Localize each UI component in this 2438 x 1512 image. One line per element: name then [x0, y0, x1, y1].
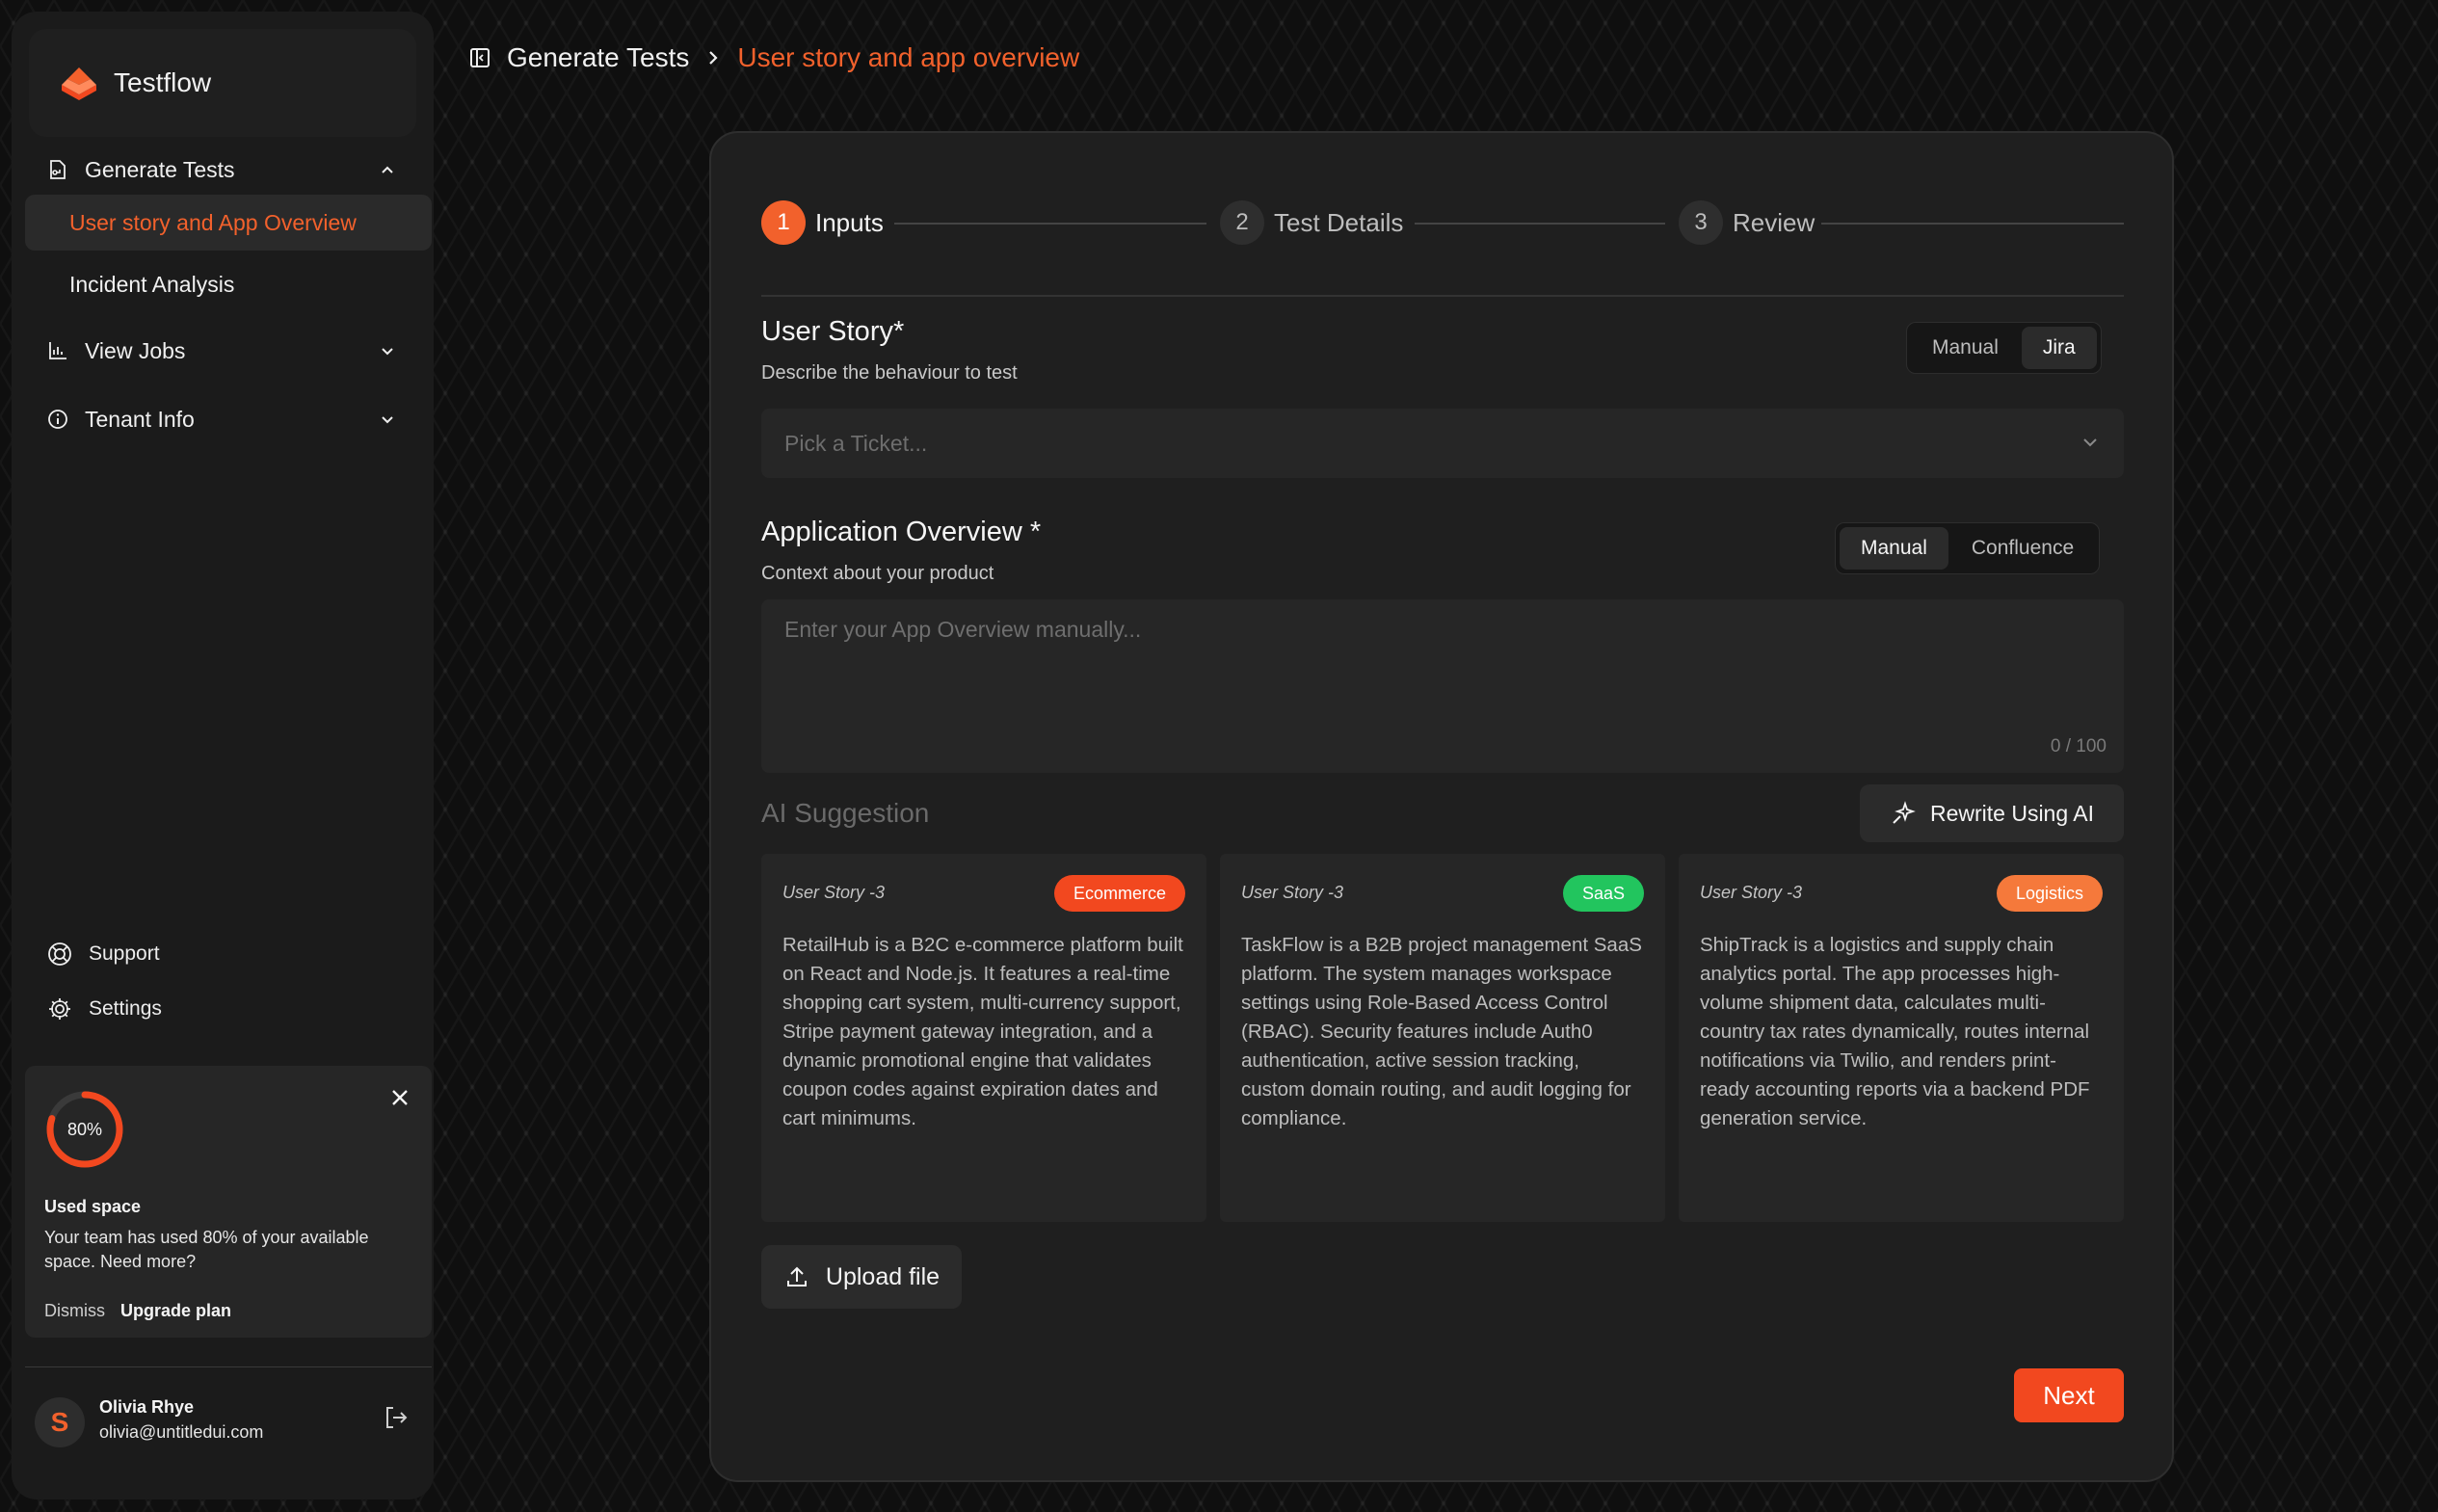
step-number: 3	[1679, 200, 1723, 245]
ticket-select[interactable]: Pick a Ticket...	[761, 409, 2124, 478]
app-name: Testflow	[114, 67, 212, 97]
life-buoy-icon	[48, 942, 71, 966]
story-card-body: RetailHub is a B2C e-commerce platform b…	[782, 934, 1183, 1129]
info-icon	[48, 410, 67, 429]
step-test-details[interactable]: 2 Test Details	[1220, 200, 1403, 245]
story-card-heading: User Story -3	[1241, 883, 1344, 902]
tag-badge: SaaS	[1562, 875, 1644, 912]
logo[interactable]: Testflow	[29, 29, 416, 137]
upload-file-button[interactable]: Upload file	[761, 1245, 962, 1309]
logout-icon[interactable]	[382, 1403, 411, 1432]
story-card-heading: User Story -3	[782, 883, 886, 902]
generate-tests-card: 1 Inputs 2 Test Details 3 Review User St…	[709, 131, 2174, 1482]
usage-title: Used space	[44, 1197, 142, 1216]
usage-percent: 80%	[66, 1119, 103, 1139]
rewrite-label: Rewrite Using AI	[1929, 800, 2094, 826]
upload-icon	[786, 1266, 807, 1287]
breadcrumb-parent[interactable]: Generate Tests	[507, 42, 689, 73]
nav-view-jobs-label: View Jobs	[85, 337, 186, 363]
step-inputs[interactable]: 1 Inputs	[761, 200, 884, 245]
nav-tenant-info[interactable]: Tenant Info	[46, 390, 412, 448]
suggestion-card-logistics[interactable]: User Story -3 Logistics ShipTrack is a l…	[1679, 854, 2124, 1222]
step-label: Test Details	[1274, 207, 1404, 237]
nav-generate-tests[interactable]: Generate Tests	[46, 141, 412, 199]
upload-label: Upload file	[825, 1262, 941, 1290]
chevron-down-icon	[2083, 438, 2097, 447]
nav-generate-tests-label: Generate Tests	[85, 156, 235, 182]
sidebar: Testflow Generate Tests User story and A…	[12, 12, 434, 1499]
user-name: Olivia Rhye	[99, 1397, 195, 1417]
nav-view-jobs[interactable]: View Jobs	[46, 322, 412, 380]
support-link[interactable]: Support	[46, 941, 160, 968]
sidebar-item-incident-analysis[interactable]: Incident Analysis	[25, 256, 432, 312]
sidebar-item-user-story[interactable]: User story and App Overview	[25, 195, 432, 251]
breadcrumb-current: User story and app overview	[737, 42, 1080, 72]
user-story-subtitle: Describe the behaviour to test	[761, 362, 1018, 384]
app-overview-title: Application Overview *	[761, 517, 1042, 547]
story-card-body: ShipTrack is a logistics and supply chai…	[1700, 934, 2090, 1129]
support-label: Support	[89, 942, 160, 965]
chevron-down-icon	[382, 348, 393, 356]
sidebar-toggle-icon[interactable]	[468, 46, 491, 69]
char-count: 0 / 100	[2050, 736, 2107, 756]
usage-card: 80% Used space Your team has used 80% of…	[25, 1066, 432, 1338]
chevron-right-icon	[709, 51, 718, 65]
app-overview-textarea[interactable]: Enter your App Overview manually... 0 / …	[761, 599, 2124, 773]
toggle-manual[interactable]: Manual	[1840, 527, 1948, 570]
next-button[interactable]: Next	[2014, 1368, 2124, 1422]
app-overview-source-toggle: Manual Confluence	[1835, 522, 2101, 574]
close-icon[interactable]	[387, 1085, 412, 1110]
toggle-jira[interactable]: Jira	[2021, 327, 2097, 369]
step-connector	[1415, 223, 1665, 225]
app-overview-placeholder: Enter your App Overview manually...	[784, 617, 1142, 642]
suggestion-card-ecommerce[interactable]: User Story -3 Ecommerce RetailHub is a B…	[761, 854, 1206, 1222]
divider	[25, 1366, 432, 1367]
gear-icon	[49, 998, 70, 1020]
app-overview-subtitle: Context about your product	[761, 563, 994, 584]
avatar[interactable]: S	[35, 1397, 85, 1447]
story-card-body: TaskFlow is a B2B project management Saa…	[1241, 934, 1642, 1129]
step-review[interactable]: 3 Review	[1679, 200, 1815, 245]
user-story-title: User Story*	[761, 316, 905, 347]
tag-badge: Ecommerce	[1053, 875, 1185, 912]
story-card-heading: User Story -3	[1700, 883, 1803, 902]
dismiss-button[interactable]: Dismiss	[44, 1301, 105, 1321]
testflow-logo-icon	[62, 67, 96, 100]
settings-label: Settings	[89, 997, 162, 1020]
step-label: Inputs	[815, 207, 884, 237]
user-email: olivia@untitledui.com	[99, 1422, 264, 1442]
breadcrumb: Generate Tests User story and app overvi…	[468, 39, 1079, 77]
divider	[761, 295, 2124, 297]
step-connector	[1821, 223, 2124, 225]
toggle-manual[interactable]: Manual	[1911, 327, 2020, 369]
step-label: Review	[1733, 207, 1815, 237]
file-flow-icon	[50, 160, 66, 179]
step-connector	[894, 223, 1206, 225]
step-number: 1	[761, 200, 806, 245]
toggle-confluence[interactable]: Confluence	[1950, 527, 2095, 570]
tag-badge: Logistics	[1996, 875, 2103, 912]
user-story-source-toggle: Manual Jira	[1906, 322, 2102, 374]
chevron-up-icon	[382, 166, 393, 173]
stepper: 1 Inputs 2 Test Details 3 Review	[761, 200, 2124, 249]
ai-suggestion-title: AI Suggestion	[761, 798, 930, 828]
bar-chart-icon	[49, 342, 66, 359]
ticket-select-placeholder: Pick a Ticket...	[784, 430, 928, 456]
upgrade-plan-button[interactable]: Upgrade plan	[120, 1301, 231, 1321]
step-number: 2	[1220, 200, 1264, 245]
chevron-down-icon	[382, 416, 393, 424]
nav-tenant-info-label: Tenant Info	[85, 406, 195, 432]
settings-link[interactable]: Settings	[46, 995, 162, 1022]
usage-text: Your team has used 80% of your available…	[44, 1228, 369, 1271]
suggestion-card-saas[interactable]: User Story -3 SaaS TaskFlow is a B2B pro…	[1220, 854, 1665, 1222]
rewrite-using-ai-button[interactable]: Rewrite Using AI	[1860, 784, 2124, 842]
sparkle-icon	[1893, 801, 1916, 824]
